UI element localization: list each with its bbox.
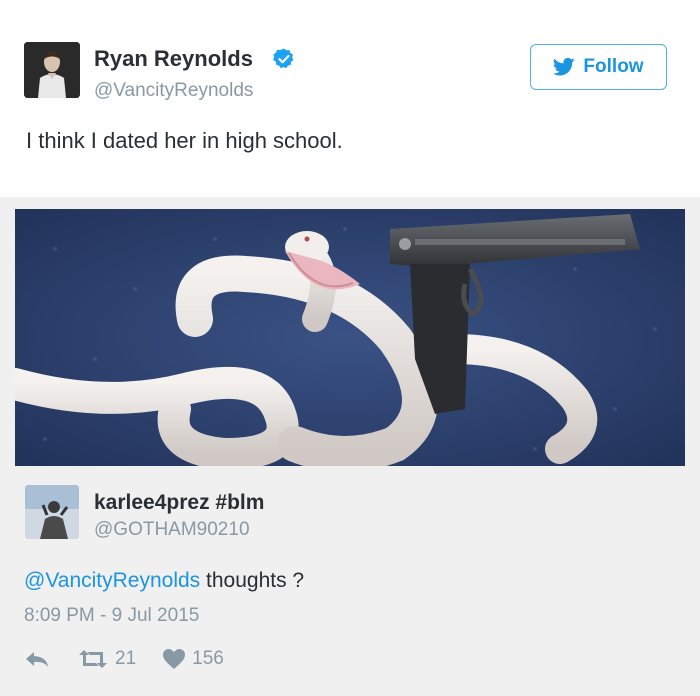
retweet-icon [79, 650, 107, 668]
snake-gun-photo-icon [15, 209, 685, 466]
quoted-author-handle[interactable]: @GOTHAM90210 [94, 519, 250, 541]
follow-label: Follow [583, 56, 644, 77]
reply-button[interactable] [24, 646, 50, 672]
like-button[interactable]: 156 [162, 648, 224, 670]
quoted-body: thoughts ? [200, 569, 305, 592]
quoted-author-avatar[interactable] [25, 485, 79, 539]
verified-badge-icon [273, 48, 294, 69]
tweet-card: Ryan Reynolds @VancityReynolds Follow I … [0, 0, 700, 696]
reply-icon [26, 652, 48, 667]
author-name[interactable]: Ryan Reynolds [94, 46, 253, 72]
quoted-text: @VancityReynolds thoughts ? [24, 569, 304, 593]
retweet-count: 21 [115, 648, 137, 669]
twitter-bird-icon [553, 57, 576, 76]
quoted-author-name[interactable]: karlee4prez #blm [94, 491, 264, 515]
quoted-tweet[interactable]: karlee4prez #blm @GOTHAM90210 @VancityRe… [0, 197, 700, 696]
quoted-timestamp[interactable]: 8:09 PM - 9 Jul 2015 [24, 605, 199, 627]
like-count: 156 [192, 648, 224, 669]
follow-button[interactable]: Follow [530, 44, 667, 90]
heart-icon [163, 649, 186, 669]
quoted-image[interactable] [15, 209, 685, 466]
mention-link[interactable]: @VancityReynolds [24, 569, 200, 592]
tweet-text: I think I dated her in high school. [26, 128, 343, 153]
author-handle[interactable]: @VancityReynolds [94, 80, 253, 102]
retweet-button[interactable]: 21 [77, 648, 136, 670]
quoted-actions: 21 156 [24, 645, 224, 673]
author-avatar[interactable] [24, 42, 80, 98]
